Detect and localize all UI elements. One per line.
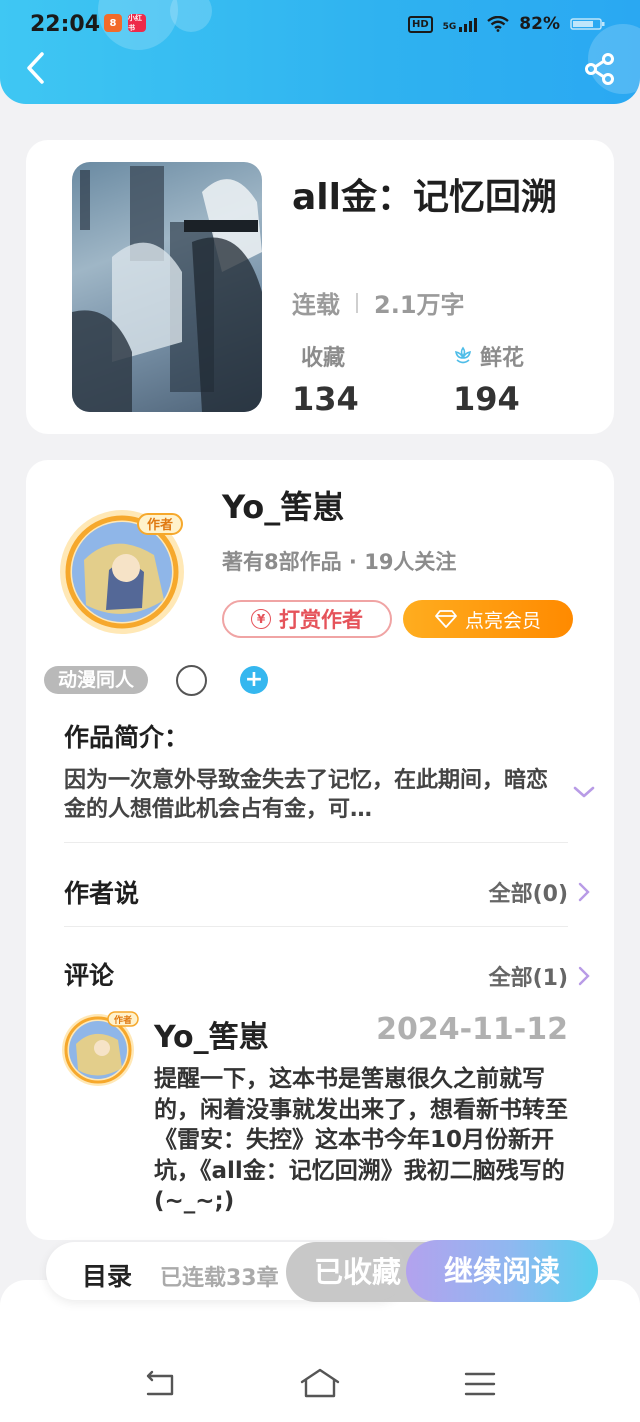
nav-menu-icon[interactable]	[458, 1366, 502, 1402]
author-avatar[interactable]: 作者	[54, 500, 190, 636]
author-says-all-label: 全部(0)	[488, 882, 568, 907]
avatar-frame: 作者	[62, 1011, 139, 1086]
author-says-all-link[interactable]: 全部(0)	[489, 876, 590, 908]
divider	[64, 842, 568, 843]
add-tag-button[interactable]: +	[240, 666, 268, 694]
signal-icon: 5G	[443, 16, 478, 32]
notification-app-icon: 8	[104, 14, 122, 32]
synopsis-heading: 作品简介：	[64, 723, 190, 752]
battery-icon	[570, 18, 605, 30]
book-word-count: 2.1万字	[374, 291, 465, 319]
divider	[64, 926, 568, 927]
continue-reading-button[interactable]: 继续阅读	[406, 1240, 598, 1302]
comments-all-label: 全部(1)	[488, 966, 568, 991]
favorites-label-text: 收藏	[301, 346, 346, 371]
comments-heading: 评论	[64, 961, 115, 990]
status-indicators: HD 5G 82%	[407, 14, 606, 34]
signal-bars	[459, 16, 478, 32]
flower-icon	[455, 346, 471, 364]
author-name[interactable]: Yo_筈崽	[222, 482, 344, 528]
header-bubble	[170, 0, 212, 32]
table-of-contents-label[interactable]: 目录	[82, 1257, 132, 1293]
vip-member-button[interactable]: 点亮会员	[403, 600, 573, 638]
favorites-count: 134	[292, 380, 359, 418]
nav-back-icon[interactable]	[138, 1366, 182, 1402]
share-icon[interactable]	[584, 52, 616, 86]
comment-date: 2024-11-12	[376, 1012, 568, 1047]
flowers-label-text: 鲜花	[480, 346, 525, 371]
commenter-name[interactable]: Yo_筈崽	[154, 1012, 269, 1056]
book-cover-image[interactable]	[72, 162, 262, 412]
expand-chevron-icon[interactable]	[572, 782, 596, 802]
chevron-right-icon	[578, 882, 590, 902]
comments-all-link[interactable]: 全部(1)	[489, 960, 590, 992]
cover-artwork	[72, 166, 262, 412]
header-bar: 22:04 8 小红书 HD 5G 82%	[0, 0, 640, 104]
chevron-right-icon	[578, 966, 590, 986]
book-title: all金：记忆回溯	[292, 177, 557, 218]
diamond-icon	[435, 610, 457, 628]
back-icon[interactable]	[22, 50, 52, 86]
yen-icon: ¥	[251, 609, 271, 629]
notification-app-icon: 小红书	[128, 14, 146, 32]
author-badge: 作者	[147, 517, 173, 533]
comment-text[interactable]: 提醒一下，这本书是筈崽很久之前就写的，闲着没事就发出来了，想看新书转至《雷安：失…	[154, 1064, 574, 1217]
meta-divider	[356, 292, 358, 313]
book-status: 连载	[292, 291, 340, 319]
commenter-avatar[interactable]: 作者	[58, 1006, 140, 1088]
tip-author-label: 打赏作者	[279, 608, 363, 632]
tag-circle-icon[interactable]	[176, 665, 207, 696]
battery-level: 82%	[519, 14, 560, 34]
flowers-label[interactable]: 鲜花	[452, 340, 524, 372]
vip-member-label: 点亮会员	[464, 609, 541, 632]
author-says-heading: 作者说	[64, 879, 140, 908]
nav-home-icon[interactable]	[298, 1366, 342, 1402]
status-time: 22:04	[30, 12, 101, 37]
book-meta: 连载 2.1万字	[292, 285, 465, 320]
author-stats: 著有8部作品 · 19人关注	[222, 550, 457, 574]
synopsis-text[interactable]: 因为一次意外导致金失去了记忆，在此期间，暗恋金的人想借此机会占有金，可…	[64, 766, 554, 824]
avatar-frame: 作者	[60, 510, 184, 634]
favorites-label: 收藏	[301, 340, 345, 372]
serialization-status: 已连载33章	[160, 1266, 279, 1291]
network-type: 5G	[442, 22, 457, 32]
genre-tag[interactable]: 动漫同人	[44, 666, 149, 694]
hd-indicator: HD	[407, 15, 433, 33]
wifi-icon	[487, 16, 510, 32]
flowers-count: 194	[453, 380, 520, 418]
commenter-badge: 作者	[114, 1014, 132, 1026]
tip-author-button[interactable]: ¥ 打赏作者	[222, 600, 392, 638]
status-app-icons: 8 小红书	[104, 14, 146, 32]
